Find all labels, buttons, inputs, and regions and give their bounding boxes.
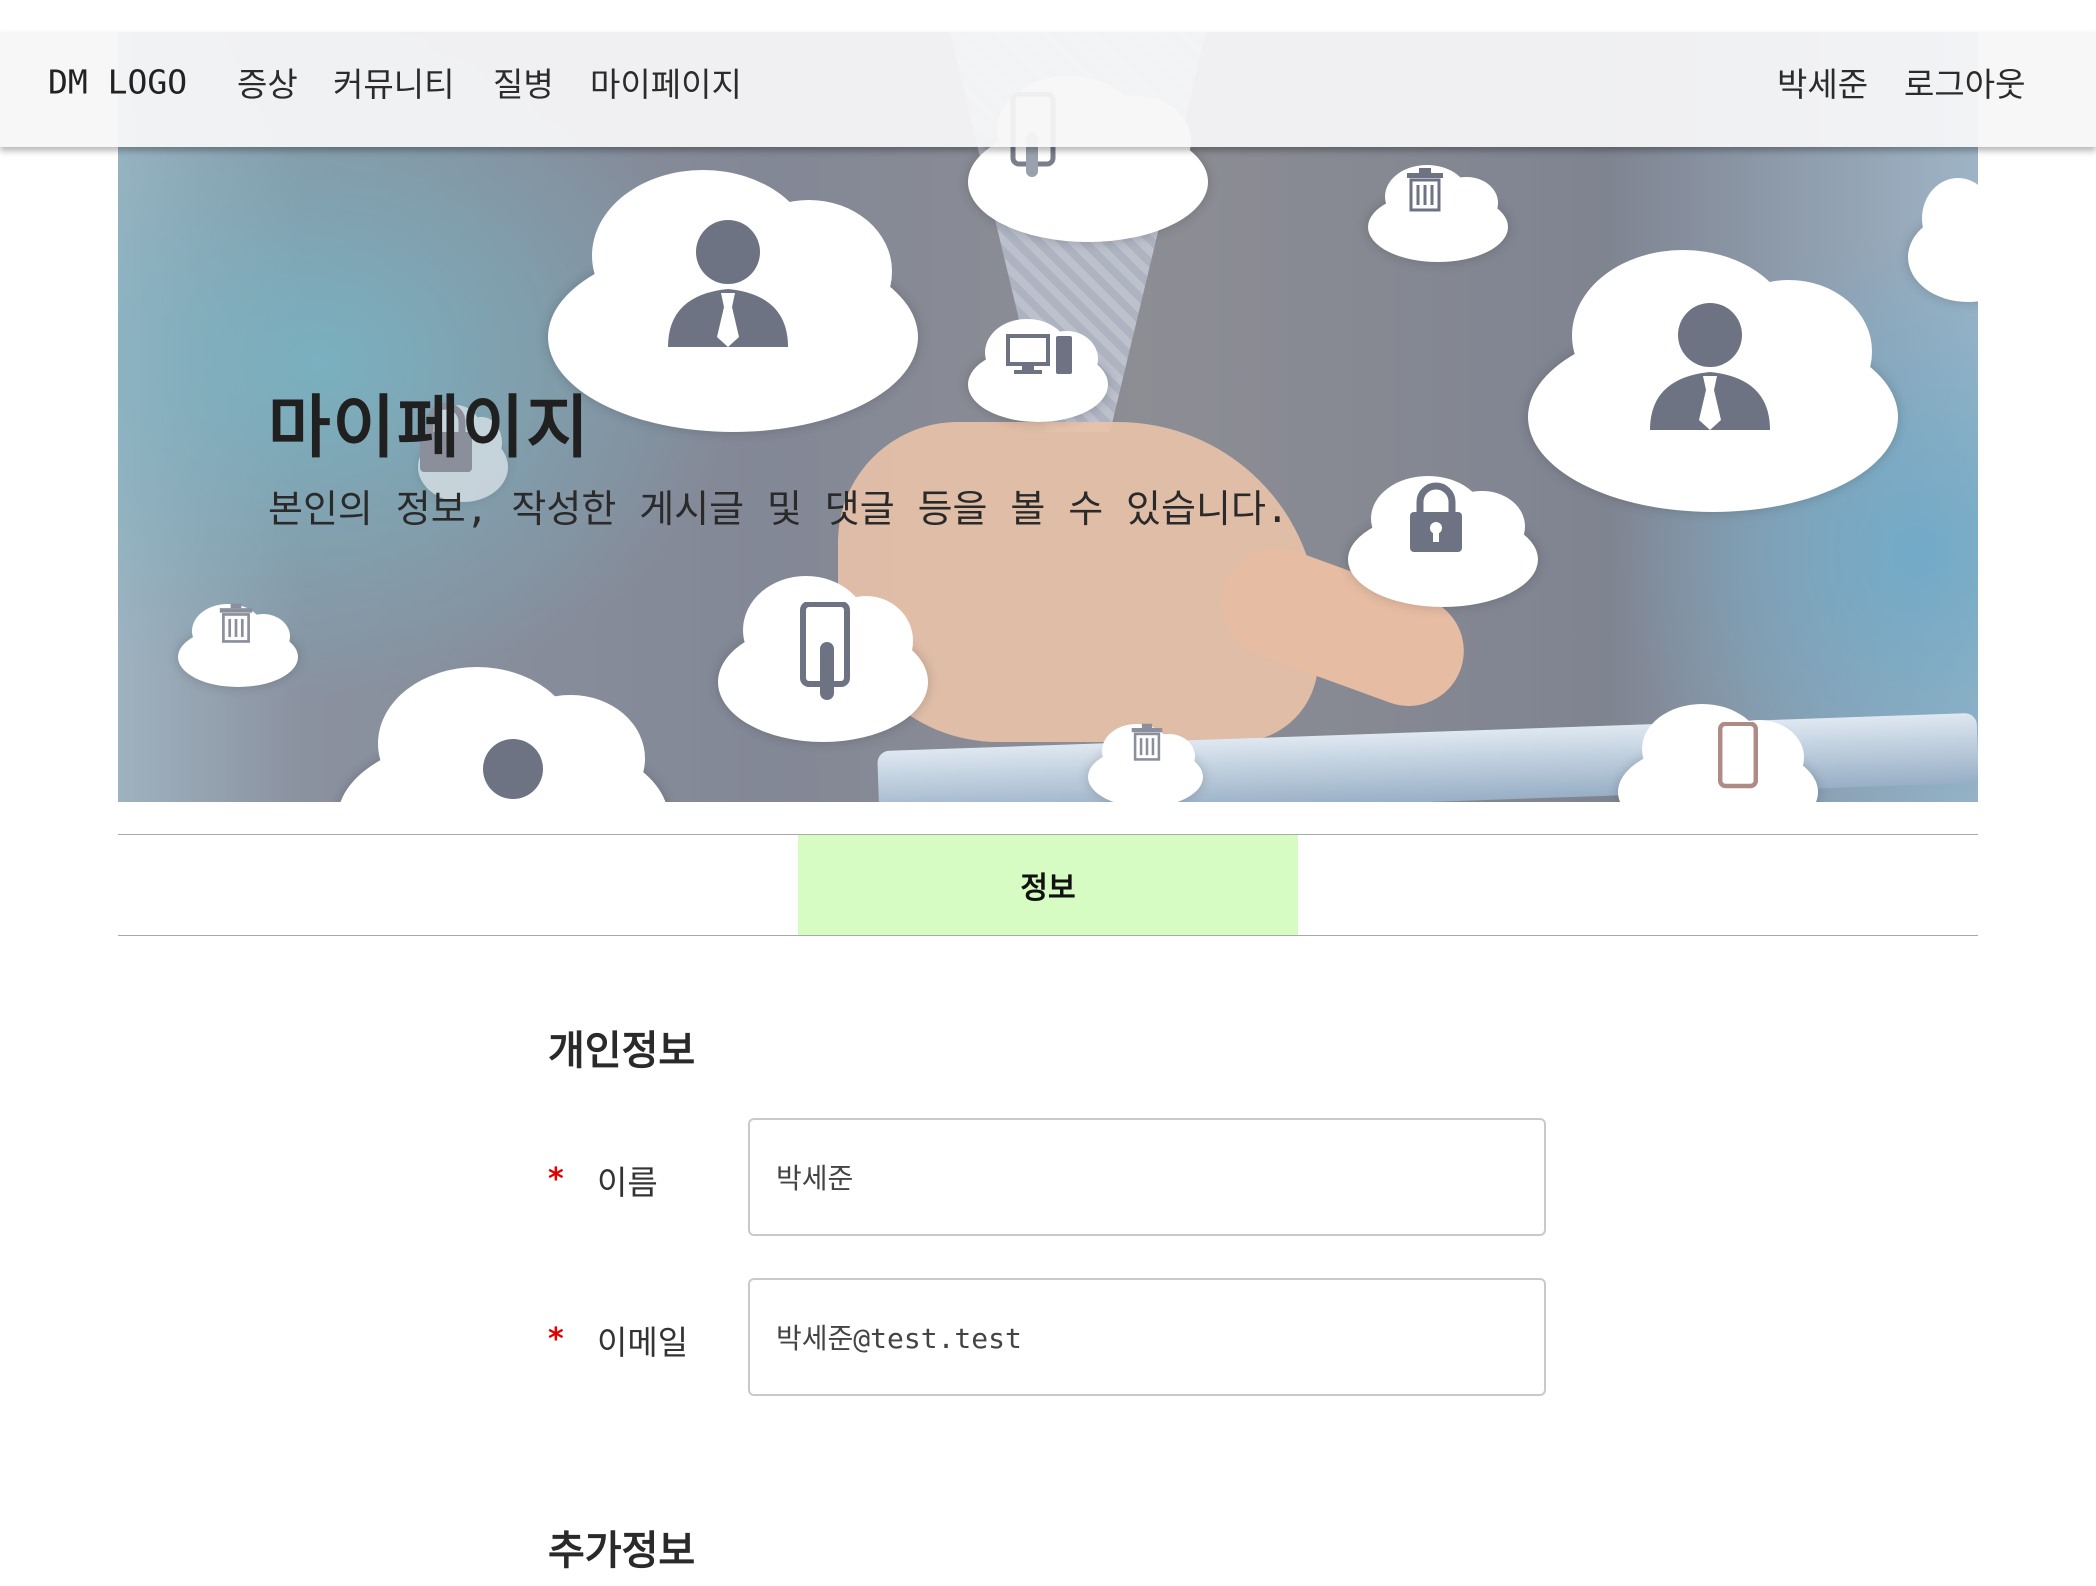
nav-link-community[interactable]: 커뮤니티 — [333, 58, 454, 106]
required-mark: * — [548, 1322, 564, 1357]
name-field[interactable] — [748, 1118, 1546, 1236]
nav-link-mypage[interactable]: 마이페이지 — [590, 58, 742, 106]
nav-link-disease[interactable]: 질병 — [493, 58, 554, 106]
email-field[interactable] — [748, 1278, 1546, 1396]
email-label: 이메일 — [597, 1323, 689, 1362]
cloud-shape — [1908, 177, 1978, 302]
required-mark: * — [548, 1162, 564, 1197]
lock-icon — [1410, 482, 1462, 552]
section-title-extra-info: 추가정보 — [548, 1528, 696, 1574]
section-title-personal-info: 개인정보 — [548, 1028, 696, 1074]
logo[interactable]: DM LOGO — [48, 63, 187, 102]
trash-icon — [1407, 168, 1443, 212]
hero-banner: 마이페이지 본인의 정보, 작성한 게시글 및 댓글 등을 볼 수 있습니다. — [118, 32, 1978, 802]
logout-link[interactable]: 로그아웃 — [1904, 58, 2025, 106]
top-navbar: DM LOGO 증상 커뮤니티 질병 마이페이지 박세준 로그아웃 — [0, 32, 2096, 147]
desktop-icon — [1006, 334, 1072, 374]
user-icon — [1650, 303, 1770, 430]
trash-icon — [219, 603, 253, 643]
nav-link-symptoms[interactable]: 증상 — [237, 58, 298, 106]
user-icon — [483, 739, 543, 799]
mypage-tabs: 정보 — [118, 834, 1978, 936]
user-icon — [668, 220, 788, 347]
tab-info[interactable]: 정보 — [798, 835, 1298, 935]
phone-touch-icon — [1718, 722, 1758, 789]
page-subtitle: 본인의 정보, 작성한 게시글 및 댓글 등을 볼 수 있습니다. — [268, 487, 1289, 531]
name-label: 이름 — [597, 1163, 658, 1202]
user-name-link[interactable]: 박세준 — [1777, 58, 1868, 106]
phone-touch-icon — [800, 602, 850, 700]
trash-icon — [1131, 723, 1163, 761]
page-title: 마이페이지 — [268, 389, 591, 468]
